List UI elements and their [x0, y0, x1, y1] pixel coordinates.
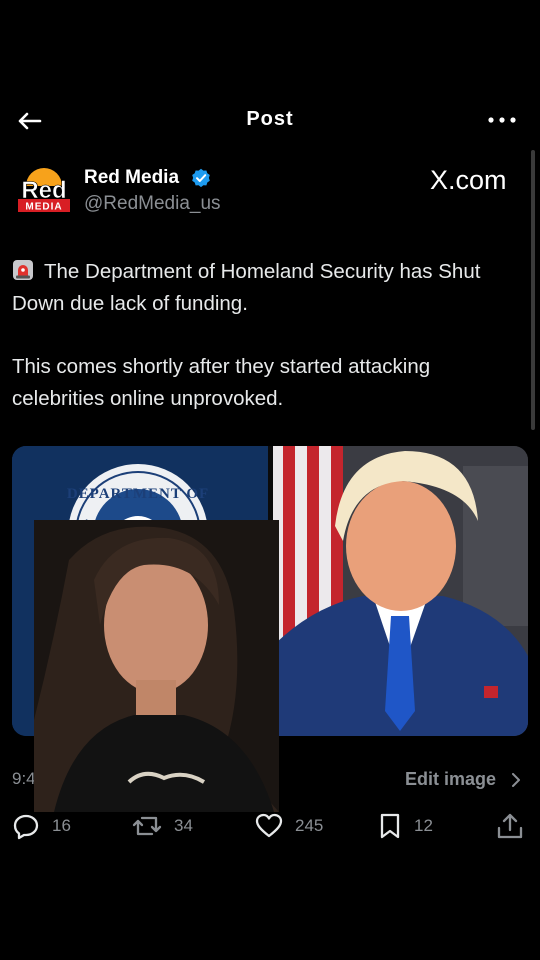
post-text: The Department of Homeland Security has …	[12, 256, 522, 414]
scrollbar[interactable]	[531, 150, 535, 430]
repost-button[interactable]: 34	[132, 812, 193, 840]
bookmark-button[interactable]: 12	[378, 812, 433, 840]
account-name[interactable]: Red Media	[84, 167, 179, 189]
more-horizontal-icon	[488, 117, 516, 123]
share-button[interactable]	[496, 812, 524, 840]
like-button[interactable]: 245	[255, 812, 323, 840]
repost-icon	[132, 816, 162, 836]
webcam-overlay	[34, 520, 279, 812]
reply-count: 16	[52, 816, 71, 835]
bookmark-count: 12	[414, 816, 433, 835]
verified-badge-icon	[191, 168, 211, 188]
account-avatar[interactable]: Red MEDIA	[18, 162, 70, 214]
like-count: 245	[295, 816, 324, 835]
page-title: Post	[246, 108, 294, 130]
chevron-right-icon[interactable]	[510, 773, 522, 787]
reply-button[interactable]: 16	[12, 812, 71, 840]
brand-watermark: X.com	[430, 165, 507, 195]
reply-icon	[13, 814, 39, 840]
seal-text-top: DEPARTMENT OF	[67, 486, 209, 502]
bookmark-icon	[380, 813, 400, 839]
share-icon	[497, 813, 523, 839]
timestamp-fragment: 9:4	[12, 769, 36, 788]
logo-text: Red	[21, 177, 66, 204]
edit-image-button[interactable]: Edit image	[405, 769, 496, 790]
repost-count: 34	[174, 816, 193, 835]
account-handle[interactable]: @RedMedia_us	[84, 193, 221, 215]
post-paragraph-1-text: The Department of Homeland Security has …	[12, 260, 481, 315]
more-options-button[interactable]	[486, 112, 518, 128]
police-siren-icon	[12, 259, 34, 281]
heart-icon	[255, 813, 283, 838]
portrait-photo[interactable]	[273, 446, 528, 736]
post-paragraph-1: The Department of Homeland Security has …	[12, 256, 522, 319]
logo-subtext: MEDIA	[25, 202, 62, 213]
post-paragraph-2: This comes shortly after they started at…	[12, 355, 431, 410]
